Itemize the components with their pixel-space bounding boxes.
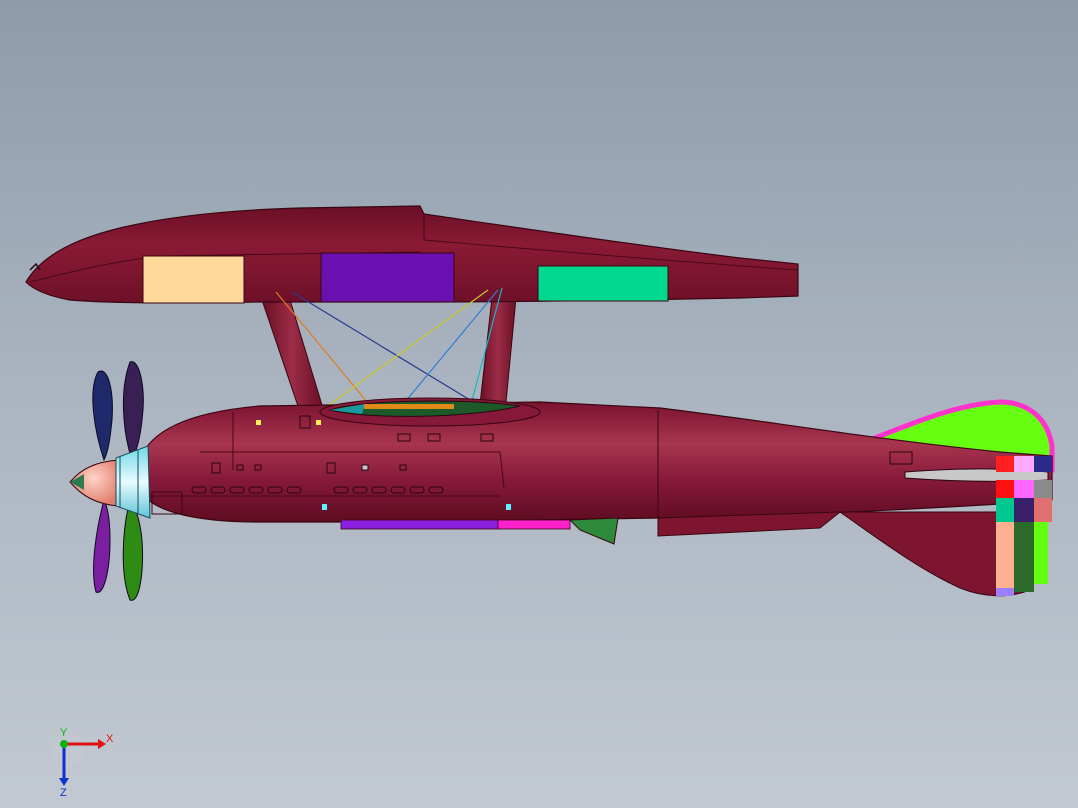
tail-block[interactable] — [1034, 456, 1052, 472]
marker — [322, 504, 327, 510]
tail-block[interactable] — [1034, 522, 1048, 584]
marker — [506, 504, 511, 510]
spinner[interactable] — [69, 445, 151, 519]
propeller-blade-upper-rear[interactable] — [122, 361, 144, 462]
belly-panel-purple[interactable] — [340, 519, 500, 530]
tail-block[interactable] — [1014, 480, 1034, 498]
float-panel-3[interactable] — [537, 265, 669, 302]
cockpit-bar — [364, 404, 454, 409]
float-panel-1[interactable] — [142, 255, 245, 304]
aircraft-model[interactable] — [0, 0, 1078, 808]
float-panel-2[interactable] — [320, 252, 455, 303]
marker — [361, 464, 369, 471]
propeller-hub[interactable] — [115, 445, 151, 519]
orientation-triad: X Y Z — [52, 728, 114, 798]
marker — [316, 420, 321, 425]
tail-block[interactable] — [1034, 498, 1052, 522]
belly-panel-pink[interactable] — [497, 519, 571, 530]
y-axis-label: Y — [60, 728, 68, 739]
cad-viewport[interactable]: X Y Z — [0, 0, 1078, 808]
tail-block[interactable] — [1034, 480, 1052, 498]
tail-block[interactable] — [996, 480, 1014, 498]
tail-block[interactable] — [1014, 498, 1034, 522]
bracing-wire — [321, 289, 489, 411]
wing-stub[interactable] — [568, 517, 619, 545]
tail-block[interactable] — [996, 456, 1014, 472]
propeller-blade-lower-front[interactable] — [93, 498, 111, 593]
front-float-strut[interactable] — [261, 299, 323, 413]
marker — [256, 420, 261, 425]
tail-block[interactable] — [1014, 522, 1034, 592]
z-axis-arrow — [59, 778, 69, 786]
z-axis-label: Z — [60, 787, 67, 798]
x-axis-arrow — [98, 739, 106, 749]
bracing-wire — [291, 291, 471, 401]
y-axis-dot — [60, 740, 68, 748]
triad-origin-shadow — [52, 734, 84, 766]
cockpit[interactable] — [319, 397, 541, 427]
propeller-blade-upper-front[interactable] — [92, 370, 113, 462]
tail-block[interactable] — [996, 588, 1014, 596]
propeller-blade-lower-rear[interactable] — [122, 498, 143, 601]
tail-block[interactable] — [1014, 456, 1034, 472]
x-axis-label: X — [106, 733, 114, 745]
tail-block[interactable] — [996, 498, 1014, 522]
tail-block[interactable] — [996, 522, 1014, 592]
upper-float[interactable] — [25, 205, 799, 304]
